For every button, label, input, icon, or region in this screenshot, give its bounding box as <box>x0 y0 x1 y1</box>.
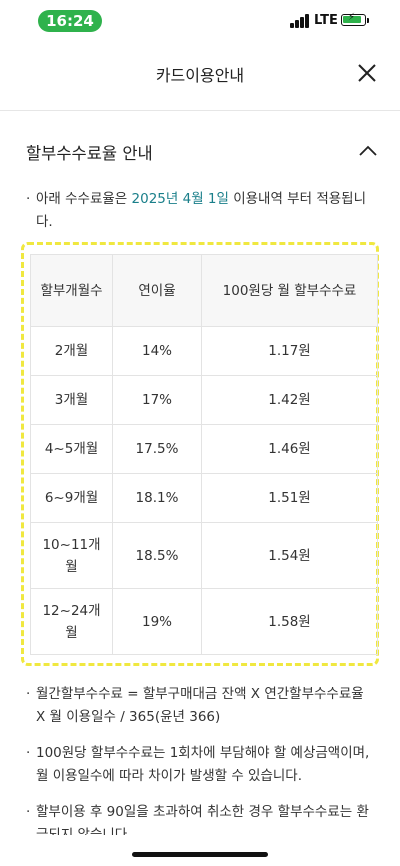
header-divider <box>0 110 400 111</box>
fee-cell: 1.46원 <box>201 424 378 474</box>
bullet-dot: · <box>26 804 31 820</box>
bullet-dot: · <box>26 745 31 761</box>
fee-cell: 1.58원 <box>201 588 378 655</box>
fee-cell: 1.42원 <box>201 375 378 425</box>
rate-cell: 19% <box>112 588 202 655</box>
status-time: 16:24 <box>38 10 102 32</box>
note-fee-estimate: · 100원당 할부수수료는 1회차에 부담해야 할 예상금액이며, 월 이용일… <box>26 742 376 788</box>
effective-date: 2025년 4월 1일 <box>131 191 229 207</box>
column-header-rate: 연이율 <box>112 254 202 327</box>
column-header-fee: 100원당 월 할부수수료 <box>201 254 378 327</box>
months-cell: 12~24개월 <box>30 588 113 655</box>
months-cell: 6~9개월 <box>30 473 113 523</box>
fee-cell: 1.51원 <box>201 473 378 523</box>
months-cell: 3개월 <box>30 375 113 425</box>
table-row: 3개월 17% 1.42원 <box>30 375 378 425</box>
rate-cell: 17.5% <box>112 424 202 474</box>
fee-cell: 1.54원 <box>201 522 378 589</box>
battery-tip <box>367 18 369 23</box>
rate-cell: 18.1% <box>112 473 202 523</box>
chevron-up-icon[interactable] <box>358 144 378 158</box>
months-cell: 10~11개월 <box>30 522 113 589</box>
months-cell: 2개월 <box>30 326 113 376</box>
rate-cell: 17% <box>112 375 202 425</box>
home-indicator[interactable] <box>132 852 268 857</box>
table-row: 12~24개월 19% 1.58원 <box>30 588 378 655</box>
table-row: 4~5개월 17.5% 1.46원 <box>30 424 378 474</box>
status-bar: 16:24 LTE ⚡ <box>0 0 400 40</box>
page-title: 카드이용안내 <box>155 66 245 85</box>
bullet-dot: · <box>26 191 31 207</box>
table-row: 6~9개월 18.1% 1.51원 <box>30 473 378 523</box>
battery-icon: ⚡ <box>341 12 366 26</box>
column-header-months: 할부개월수 <box>30 254 113 327</box>
table-row: 10~11개월 18.5% 1.54원 <box>30 522 378 589</box>
note-cancellation: · 할부이용 후 90일을 초과하여 취소한 경우 할부수수료는 환급되지 않습… <box>26 801 376 835</box>
network-label: LTE <box>314 13 338 28</box>
close-icon[interactable] <box>356 62 378 84</box>
rate-cell: 18.5% <box>112 522 202 589</box>
rate-cell: 14% <box>112 326 202 376</box>
notice-text: · 아래 수수료율은 2025년 4월 1일 이용내역 부터 적용됩니다. <box>26 188 376 234</box>
signal-icon <box>290 14 312 28</box>
installment-rate-table: 할부개월수 연이율 100원당 월 할부수수료 2개월 14% 1.17원 3개… <box>30 254 378 655</box>
bullet-dot: · <box>26 686 31 702</box>
header: 카드이용안내 <box>0 52 400 96</box>
section-title[interactable]: 할부수수료율 안내 <box>26 140 153 164</box>
fee-cell: 1.17원 <box>201 326 378 376</box>
note-formula: · 월간할부수수료 = 할부구매대금 잔액 X 연간할부수수료율 X 월 이용일… <box>26 683 376 729</box>
table-row: 2개월 14% 1.17원 <box>30 326 378 376</box>
months-cell: 4~5개월 <box>30 424 113 474</box>
